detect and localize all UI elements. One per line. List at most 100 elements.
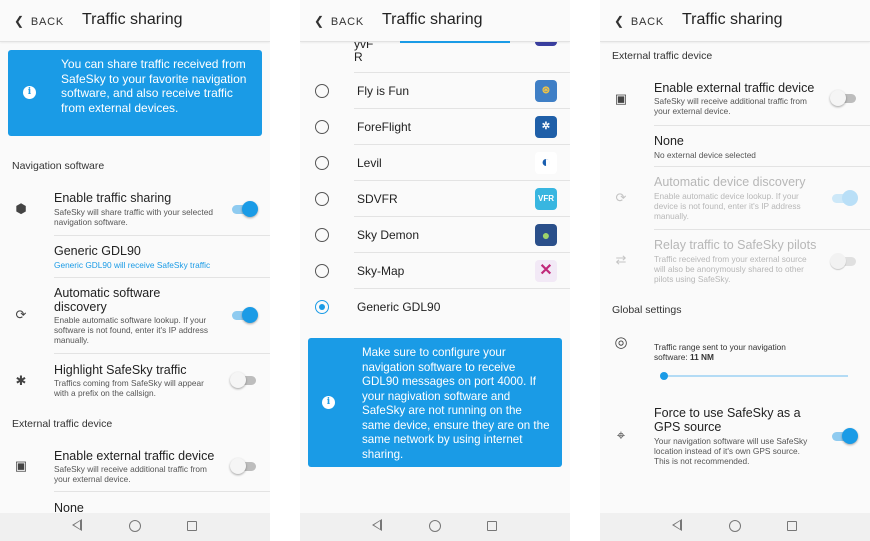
radio-button[interactable] [315, 156, 329, 170]
row-title: None [654, 134, 684, 148]
nav-back-icon[interactable] [372, 519, 382, 531]
app-option-levil[interactable]: Levil ◐ [300, 145, 570, 181]
back-label: BACK [30, 16, 65, 28]
info-banner: i You can share traffic received from Sa… [8, 50, 262, 136]
gps-crosshair-icon: ⌖ [616, 427, 626, 444]
relay-traffic-toggle [830, 253, 858, 269]
row-title: Automatic software discovery [54, 286, 161, 314]
row-title: Force to use SafeSky as a GPS source [654, 406, 801, 434]
external-device-toggle[interactable] [830, 90, 858, 106]
nav-recents-icon[interactable] [487, 521, 497, 531]
row-subtitle: Traffic received from your external sour… [654, 254, 807, 284]
row-subtitle: No external device selected [654, 150, 756, 160]
radar-icon: ◎ [614, 334, 628, 351]
chevron-left-icon: ❮ [314, 14, 325, 28]
row-enable-external-device[interactable]: ▣ Enable external traffic device SafeSky… [0, 440, 270, 492]
row-highlight-safesky-traffic[interactable]: ✱ Highlight SafeSky traffic Traffics com… [0, 354, 270, 410]
page-title: Traffic sharing [82, 11, 183, 28]
range-label-text: Traffic range sent to your navigation so… [654, 342, 786, 362]
row-enable-traffic-sharing[interactable]: ⬢ Enable traffic sharing SafeSky will sh… [0, 182, 270, 236]
radio-button[interactable] [315, 120, 329, 134]
nav-recents-icon[interactable] [187, 521, 197, 531]
app-name: SDVFR [357, 192, 398, 206]
scroll-indicator [400, 41, 510, 43]
app-name: Levil [357, 156, 382, 170]
app-name: Fly is Fun [357, 84, 410, 98]
range-slider-knob[interactable] [660, 372, 668, 380]
external-device-toggle[interactable] [230, 458, 258, 474]
sky-demon-logo-icon: ● [535, 224, 557, 246]
back-label: BACK [330, 16, 365, 28]
system-nav-bar [300, 513, 570, 541]
cube-icon: ⬢ [15, 201, 27, 216]
nav-back-icon[interactable] [72, 519, 82, 531]
row-external-device-none[interactable]: None No external device selected [600, 126, 870, 167]
row-enable-external-device[interactable]: ▣ Enable external traffic device SafeSky… [600, 72, 870, 126]
sync-icon: ⟳ [615, 190, 627, 205]
row-subtitle: Enable automatic device lookup. If your … [654, 191, 801, 221]
row-title: Relay traffic to SafeSky pilots [654, 238, 817, 252]
app-option-foreflight[interactable]: ForeFlight ✲ [300, 109, 570, 145]
chip-icon: ▣ [614, 91, 628, 106]
screen-traffic-sharing-1: ❮ BACK Traffic sharing i You can share tr… [0, 0, 270, 541]
info-icon: i [322, 396, 335, 409]
back-button[interactable]: ❮ BACK [614, 14, 664, 28]
row-relay-traffic: ⇄ Relay traffic to SafeSky pilots Traffi… [600, 230, 870, 292]
nav-back-icon[interactable] [672, 519, 682, 531]
top-app-bar: ❮ BACK Traffic sharing [0, 0, 270, 42]
range-value: 11 NM [689, 352, 714, 362]
app-option-sky-map[interactable]: Sky-Map ✕ [300, 253, 570, 289]
range-label: Traffic range sent to your navigation so… [654, 342, 814, 362]
sync-icon: ⟳ [15, 307, 27, 322]
app-name: Generic GDL90 [357, 300, 441, 314]
section-external-traffic-device: External traffic device [612, 50, 713, 62]
fly-is-fun-logo-icon: ⊛ [535, 80, 557, 102]
page-title: Traffic sharing [382, 11, 483, 28]
back-label: BACK [630, 16, 665, 28]
gdl90-info-banner: i Make sure to configure your navigation… [308, 338, 562, 467]
force-gps-toggle[interactable] [830, 428, 858, 444]
radio-button[interactable] [315, 84, 329, 98]
row-automatic-device-discovery: ⟳ Automatic device discovery Enable auto… [600, 167, 870, 230]
top-app-bar: ❮ BACK Traffic sharing [300, 0, 570, 43]
auto-discovery-toggle[interactable] [230, 307, 258, 323]
radio-button[interactable] [315, 228, 329, 242]
radio-button[interactable] [315, 264, 329, 278]
sky-map-logo-icon: ✕ [535, 260, 557, 282]
row-generic-gdl90[interactable]: Generic GDL90 Generic GDL90 will receive… [0, 236, 270, 278]
row-title: Enable traffic sharing [54, 191, 172, 205]
range-slider-track[interactable] [664, 375, 848, 377]
app-option-sky-demon[interactable]: Sky Demon ● [300, 217, 570, 253]
back-button[interactable]: ❮ BACK [314, 14, 364, 28]
row-subtitle: Generic GDL90 will receive SafeSky traff… [54, 260, 211, 270]
app-option-fly-is-fun[interactable]: Fly is Fun ⊛ [300, 73, 570, 109]
row-title: Generic GDL90 [54, 244, 141, 258]
app-option-generic-gdl90[interactable]: Generic GDL90 [300, 289, 570, 325]
bug-icon: ✱ [15, 373, 27, 388]
radio-button[interactable] [315, 192, 329, 206]
chevron-left-icon: ❮ [614, 14, 625, 28]
row-subtitle: Traffics coming from SafeSky will appear… [54, 378, 204, 398]
highlight-toggle[interactable] [230, 372, 258, 388]
nav-recents-icon[interactable] [787, 521, 797, 531]
traffic-sharing-toggle[interactable] [230, 201, 258, 217]
sdvfr-logo-icon: VFR [535, 188, 557, 210]
info-icon: i [23, 86, 36, 99]
row-traffic-range: ◎ Traffic range sent to your navigation … [600, 330, 870, 388]
row-subtitle: SafeSky will receive additional traffic … [54, 464, 207, 484]
row-title: Automatic device discovery [654, 175, 806, 189]
screen-traffic-sharing-3: ❮ BACK Traffic sharing External traffic d… [600, 0, 870, 541]
nav-home-icon[interactable] [129, 520, 141, 532]
row-automatic-software-discovery[interactable]: ⟳ Automatic software discovery Enable au… [0, 278, 270, 354]
app-name: Sky Demon [357, 228, 420, 242]
row-force-gps-source[interactable]: ⌖ Force to use SafeSky as a GPS source Y… [600, 400, 870, 472]
nav-home-icon[interactable] [429, 520, 441, 532]
foreflight-logo-icon: ✲ [535, 116, 557, 138]
levil-logo-icon: ◐ [535, 152, 557, 174]
radio-button-selected[interactable] [315, 300, 329, 314]
nav-home-icon[interactable] [729, 520, 741, 532]
app-option-sdvfr[interactable]: SDVFR VFR [300, 181, 570, 217]
system-nav-bar [0, 513, 270, 541]
back-button[interactable]: ❮ BACK [14, 14, 64, 28]
row-title: Highlight SafeSky traffic [54, 363, 187, 377]
